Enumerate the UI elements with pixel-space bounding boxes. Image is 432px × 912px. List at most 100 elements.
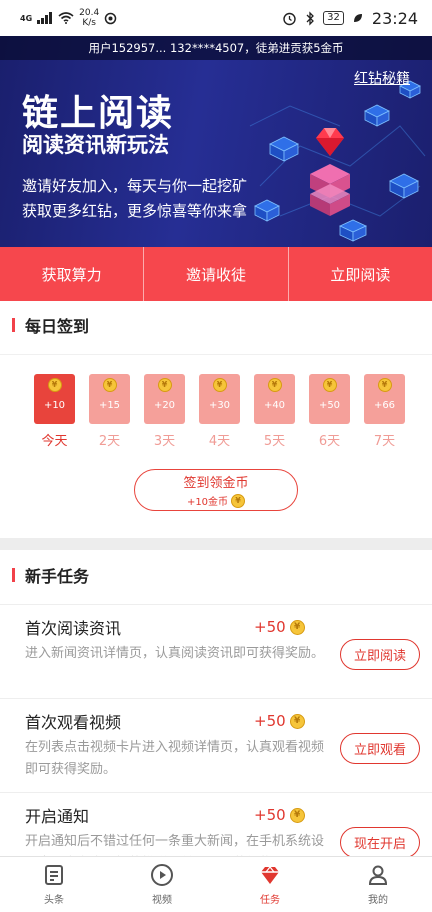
task-title: 首次阅读资讯 [25,619,122,638]
daily-signin-title: 每日签到 [25,317,90,336]
speed-value: 20.4 [79,8,100,18]
signin-day: ¥ +40 5天 [247,374,302,449]
coin-icon: ¥ [322,378,337,392]
day-label: 3天 [153,434,176,449]
section-gap [0,538,432,550]
bottom-nav: 头条 视频 任务 我的 [0,856,432,912]
newbie-tasks-title: 新手任务 [25,567,90,586]
signin-days: ¥ +10 今天 ¥ +15 2天 ¥ +20 3天 ¥ +30 4天 ¥ +4… [27,374,417,449]
signin-day: ¥ +15 2天 [82,374,137,449]
nav-label: 视频 [152,895,172,906]
action-bar: 获取算力 邀请收徒 立即阅读 [0,247,432,301]
task-reward: +50 ¥ [254,806,305,824]
day-label: 7天 [373,434,396,449]
article-icon [45,865,63,885]
task-reward: +50 ¥ [254,618,305,636]
day-label: 6天 [318,434,341,449]
network-speed: 20.4 K/s [79,8,99,28]
nav-me[interactable]: 我的 [324,857,432,912]
swirl-app-icon [104,12,117,24]
task-item: 首次观看视频 +50 ¥ 在列表点击视频卡片进入视频详情页，认真观看视频即可获得… [0,698,432,792]
promo-banner[interactable]: 用户152957... 132****4507，徒弟进贡获5金币 红钻秘籍 链上… [0,36,432,247]
wifi-icon [58,12,74,24]
task-description: 在列表点击视频卡片进入视频详情页，认真观看视频即可获得奖励。 [25,740,325,777]
divider [0,354,432,355]
battery-indicator: 32 [323,11,344,25]
day-card: ¥ +40 [254,374,295,424]
signin-day: ¥ +50 6天 [302,374,357,449]
banner-line-2: 获取更多红钻，更多惊喜等你来拿 [22,202,248,220]
read-now-button[interactable]: 立即阅读 [289,247,432,301]
nav-label: 头条 [44,895,64,906]
coin-icon: ¥ [212,378,227,392]
day-label: 4天 [208,434,231,449]
day-card: ¥ +20 [144,374,185,424]
section-marker [12,318,15,332]
nav-headlines[interactable]: 头条 [0,857,108,912]
day-card: ¥ +66 [364,374,405,424]
nav-video[interactable]: 视频 [108,857,216,912]
task-title: 首次观看视频 [25,713,122,732]
signin-button-reward: +10金币 ¥ [186,493,246,508]
day-label: 2天 [98,434,121,449]
day-amount: +20 [153,400,176,411]
nav-tasks[interactable]: 任务 [216,857,324,912]
signin-claim-button[interactable]: 签到领金币 +10金币 ¥ [134,469,298,511]
section-marker [12,568,15,582]
daily-signin-header: 每日签到 [0,302,432,348]
day-amount: +10 [43,400,66,411]
diamond-icon [261,866,279,884]
banner-subtitle: 阅读资讯新玩法 [22,133,169,157]
blockchain-illustration [249,80,426,242]
task-item: 首次阅读资讯 +50 ¥ 进入新闻资讯详情页，认真阅读资讯即可获得奖励。 立即阅… [0,604,432,698]
nav-label: 我的 [368,895,388,906]
clock: 23:24 [371,8,418,28]
day-amount: +50 [318,400,341,411]
signin-day: ¥ +20 3天 [137,374,192,449]
day-label: 今天 [41,434,68,449]
coin-icon: ¥ [267,378,282,392]
signal-label: 4G [20,13,33,23]
task-reward-amount: +50 [254,806,286,824]
day-card: ¥ +15 [89,374,130,424]
newbie-tasks-header: 新手任务 [0,552,432,598]
coin-icon: ¥ [231,493,246,508]
banner-line-1: 邀请好友加入，每天与你一起挖矿 [22,177,248,195]
day-amount: +66 [373,400,396,411]
leaf-icon [353,14,362,22]
signal-icon [37,12,53,24]
day-amount: +15 [98,400,121,411]
task-read-now-button[interactable]: 立即阅读 [340,639,420,670]
get-hashpower-button[interactable]: 获取算力 [0,247,145,301]
task-description: 进入新闻资讯详情页，认真阅读资讯即可获得奖励。 [25,646,325,661]
coin-icon: ¥ [289,713,305,729]
status-bar: 4G 20.4 K/s 32 23:24 [0,0,432,36]
bluetooth-icon [306,10,315,26]
coin-icon: ¥ [47,378,62,392]
play-icon [151,864,173,886]
day-card: ¥ +30 [199,374,240,424]
task-title: 开启通知 [25,807,90,826]
day-label: 5天 [263,434,286,449]
signin-day: ¥ +66 7天 [357,374,412,449]
reward-ticker: 用户152957... 132****4507，徒弟进贡获5金币 [0,36,432,60]
task-enable-now-button[interactable]: 现在开启 [340,827,420,858]
signin-day: ¥ +30 4天 [192,374,247,449]
task-center-screen: 4G 20.4 K/s 32 23:24 用户152957... 132****… [0,0,432,912]
task-item: 开启通知 +50 ¥ 开启通知后不错过任何一条重大新闻，在手机系统设置中开启允许… [0,792,432,862]
status-left: 4G 20.4 K/s [20,8,117,28]
person-icon [368,865,388,885]
task-watch-now-button[interactable]: 立即观看 [340,733,420,764]
day-card: ¥ +50 [309,374,350,424]
coin-icon: ¥ [102,378,117,392]
ruby-gem [316,128,344,156]
alarm-icon [283,12,296,25]
signin-button-label: 签到领金币 [183,476,249,491]
invite-apprentice-button[interactable]: 邀请收徒 [144,247,289,301]
speed-unit: K/s [82,18,96,28]
red-diamond-guide-link[interactable]: 红钻秘籍 [354,68,410,88]
task-reward-amount: +50 [254,712,286,730]
task-reward: +50 ¥ [254,712,305,730]
signin-reward-text: +10金币 [186,497,229,508]
coin-icon: ¥ [289,807,305,823]
